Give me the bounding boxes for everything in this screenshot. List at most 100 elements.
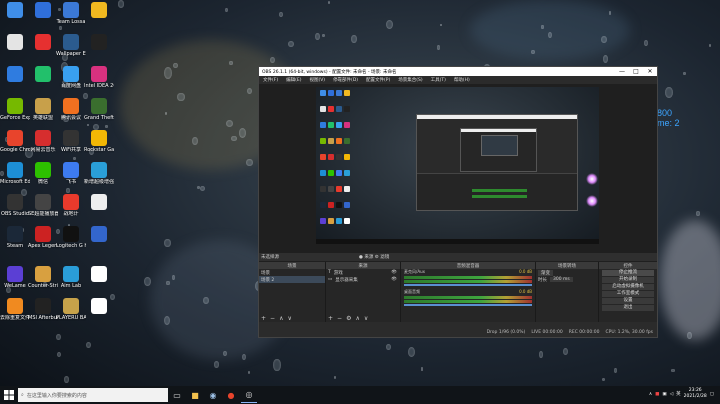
rain-drop bbox=[231, 135, 237, 142]
preview-icon bbox=[320, 138, 326, 144]
preview-icon bbox=[328, 138, 334, 144]
tray-app-icon[interactable]: ■ bbox=[655, 392, 659, 397]
desktop-icon-label: Logitech G HUB bbox=[56, 243, 86, 249]
steam-taskbar-icon[interactable]: ◉ bbox=[205, 388, 221, 402]
rain-drop bbox=[173, 63, 178, 68]
rain-drop bbox=[602, 55, 609, 64]
preview-icon bbox=[336, 170, 342, 176]
menu-file[interactable]: 文件(F) bbox=[259, 77, 282, 83]
minimize-button[interactable]: — bbox=[615, 68, 629, 75]
preview-canvas[interactable] bbox=[316, 87, 599, 244]
tray-expand-icon[interactable]: ∧ bbox=[649, 392, 652, 397]
rain-drop bbox=[643, 39, 649, 47]
settings-button[interactable]: 设置 bbox=[602, 298, 654, 304]
remove-icon[interactable]: − bbox=[270, 315, 275, 322]
desktop-icon-label: Aim Lab bbox=[60, 283, 82, 289]
status-bar: Drop 1/96 (0.0%) LIVE 00:00:00 REC 00:00… bbox=[259, 328, 657, 337]
rain-drop bbox=[117, 0, 125, 8]
obs-window: OBS 26.1.1 (64-bit, windows) - 配置文件: 未命名… bbox=[258, 66, 658, 338]
desktop-icon[interactable]: Logitech G HUB bbox=[56, 226, 86, 264]
maximize-button[interactable]: □ bbox=[629, 68, 643, 75]
rain-drop bbox=[562, 347, 568, 355]
scene-item[interactable]: 场景 bbox=[259, 269, 325, 276]
desktop-icon[interactable]: Apex Legends bbox=[28, 226, 58, 264]
desktop-icon[interactable] bbox=[84, 298, 114, 336]
notification-icon[interactable]: ▢ bbox=[710, 392, 714, 397]
desktop-icon[interactable]: MSI Afterburner bbox=[28, 298, 58, 336]
transition-select[interactable]: 渐变 bbox=[536, 269, 598, 276]
desktop-meter bbox=[404, 296, 532, 299]
rain-drop bbox=[420, 366, 424, 371]
rain-drop bbox=[166, 281, 170, 286]
clock[interactable]: 23:26 2021/2/28 bbox=[684, 388, 707, 400]
status-live: LIVE 00:00:00 bbox=[531, 330, 563, 335]
desktop-icon[interactable] bbox=[84, 226, 114, 264]
add-icon[interactable]: + bbox=[261, 315, 266, 322]
desktop-icon[interactable]: PLAYERU BATTLEGR... bbox=[56, 298, 86, 336]
app-icon bbox=[91, 162, 107, 178]
preview-icon bbox=[344, 154, 350, 160]
no-source-label: 未选择源 bbox=[261, 255, 279, 260]
chrome-taskbar-icon[interactable]: ● bbox=[223, 388, 239, 402]
preview-icon bbox=[320, 202, 326, 208]
app-icon bbox=[7, 194, 23, 210]
remove-icon[interactable]: − bbox=[337, 315, 342, 322]
controls-header: 控件 bbox=[599, 262, 657, 269]
menu-help[interactable]: 帮助(H) bbox=[450, 77, 474, 83]
desktop-icon-label: 飞书 bbox=[65, 179, 76, 185]
menu-scene-collection[interactable]: 场景集合(S) bbox=[394, 77, 426, 83]
rain-drop bbox=[229, 60, 234, 65]
menu-profile[interactable]: 配置文件(P) bbox=[362, 77, 394, 83]
start-button[interactable] bbox=[0, 386, 18, 404]
ime-icon[interactable]: 英 bbox=[676, 391, 681, 397]
task-view-icon[interactable]: ▭ bbox=[169, 388, 185, 402]
preview-icon bbox=[336, 90, 342, 96]
preview-nested-obs-inner bbox=[481, 135, 518, 156]
audio-mixer-dock: 音频混音器 麦克风/Aux 0.0 dB 桌面音频 0.0 dB bbox=[401, 262, 536, 322]
scene-item[interactable]: 场景 2 bbox=[259, 276, 325, 283]
rain-drop bbox=[63, 376, 70, 384]
close-button[interactable]: ✕ bbox=[643, 68, 657, 75]
stop-streaming-button[interactable]: 停止推流 bbox=[602, 270, 654, 276]
desktop-icon[interactable]: Steam bbox=[0, 226, 30, 264]
rain-drop bbox=[436, 45, 441, 50]
file-explorer-icon[interactable]: ■ bbox=[187, 388, 203, 402]
app-icon bbox=[7, 66, 23, 82]
start-recording-button[interactable]: 开始录制 bbox=[602, 277, 654, 283]
down-icon[interactable]: ∨ bbox=[287, 315, 291, 322]
up-icon[interactable]: ∧ bbox=[279, 315, 283, 322]
down-icon[interactable]: ∨ bbox=[364, 315, 368, 322]
desktop-icon-label: GeForce Experience bbox=[0, 115, 30, 121]
source-item[interactable]: ▭ 显示器采集 👁 bbox=[326, 276, 400, 283]
rain-drop bbox=[225, 8, 229, 13]
source-item[interactable]: T 游戏 👁 bbox=[326, 269, 400, 276]
studio-mode-button[interactable]: 工作室模式 bbox=[602, 291, 654, 297]
menu-tools[interactable]: 工具(T) bbox=[427, 77, 450, 83]
network-icon[interactable]: ▣ bbox=[662, 392, 666, 397]
transitions-header: 场景转场 bbox=[536, 262, 598, 269]
windows-icon bbox=[4, 390, 14, 400]
desktop-volume-slider[interactable] bbox=[404, 304, 532, 306]
scenes-dock: 场景 场景 场景 2 + − ∧ ∨ bbox=[259, 262, 326, 322]
rain-drop bbox=[203, 296, 209, 304]
eye-icon[interactable]: 👁 bbox=[391, 277, 397, 282]
menu-edit[interactable]: 编辑(E) bbox=[282, 77, 305, 83]
duration-field[interactable]: 300 ms bbox=[550, 277, 573, 282]
desktop-icon[interactable]: 去除重复文件 bbox=[0, 298, 30, 336]
search-box[interactable]: ⌕ 在这里输入你要搜索的内容 bbox=[18, 388, 168, 402]
eye-icon[interactable]: 👁 bbox=[391, 270, 397, 275]
virtual-camera-button[interactable]: 启动虚拟摄像机 bbox=[602, 284, 654, 290]
up-icon[interactable]: ∧ bbox=[355, 315, 359, 322]
desktop-icon-label: 腾讯会议 bbox=[60, 115, 81, 121]
app-icon bbox=[7, 34, 23, 50]
preview-desktop-capture bbox=[316, 87, 599, 244]
add-icon[interactable]: + bbox=[328, 315, 333, 322]
gear-icon[interactable]: ⚙ bbox=[346, 315, 351, 322]
menu-docks[interactable]: 停靠部件(D) bbox=[329, 77, 362, 83]
menu-view[interactable]: 视图(V) bbox=[305, 77, 329, 83]
exit-button[interactable]: 退出 bbox=[602, 305, 654, 311]
obs-taskbar-icon[interactable]: ◎ bbox=[241, 388, 257, 403]
source-props-filters[interactable]: ● 来源 ⚙ 滤镜 bbox=[359, 254, 389, 260]
volume-icon[interactable]: ◁ bbox=[670, 392, 673, 397]
mic-volume-slider[interactable] bbox=[404, 284, 532, 286]
